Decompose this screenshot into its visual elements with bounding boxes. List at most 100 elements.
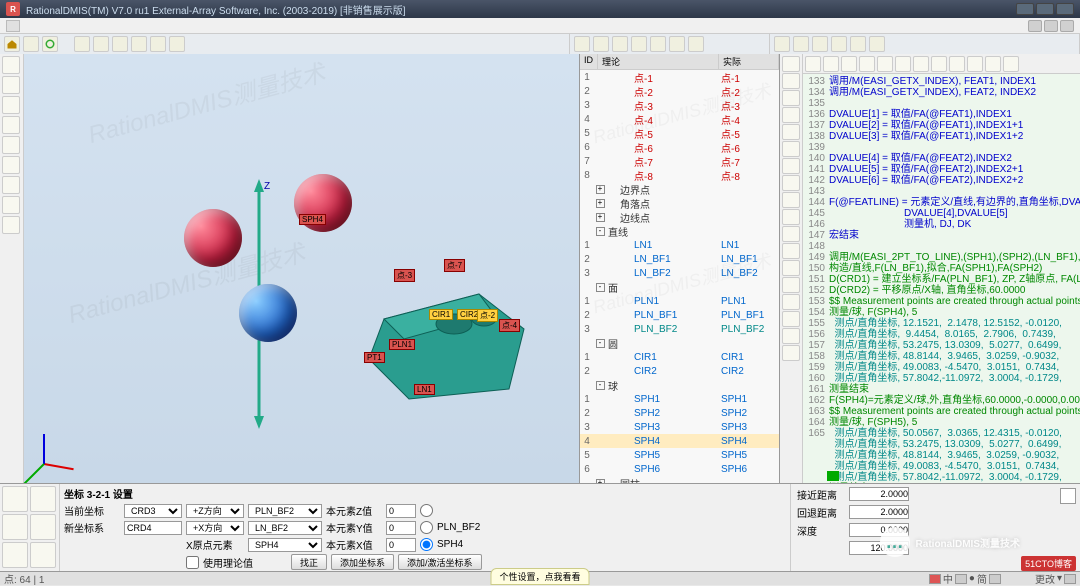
tree-row[interactable]: 3LN_BF2LN_BF2 [580, 266, 779, 280]
minimize-button[interactable] [1016, 3, 1034, 15]
tree-row[interactable]: 6点-6点-6 [580, 140, 779, 154]
cb-find-icon[interactable] [985, 56, 1001, 72]
origin-z-input[interactable] [386, 504, 416, 518]
use-theory-check[interactable] [186, 556, 199, 569]
tree-row[interactable]: - 圆 [580, 336, 779, 350]
hint-button[interactable]: 个性设置，点我看看 [490, 568, 589, 585]
tree-row[interactable]: 2PLN_BF1PLN_BF1 [580, 308, 779, 322]
ct10-icon[interactable] [782, 209, 800, 225]
code-line[interactable]: 155 测点/直角坐标, 12.1521, 2.1478, 12.5152, -… [805, 318, 1080, 329]
bt-rot-icon[interactable] [2, 514, 28, 540]
bt-crd-icon[interactable] [2, 486, 28, 512]
tree-row[interactable]: + 边界点 [580, 182, 779, 196]
bt-imp-icon[interactable] [30, 486, 56, 512]
ct3-icon[interactable] [782, 90, 800, 106]
ct8-icon[interactable] [782, 175, 800, 191]
tree-row[interactable]: - 直线 [580, 224, 779, 238]
approach-input[interactable] [849, 487, 909, 501]
tool4-icon[interactable] [131, 36, 147, 52]
lt-view5-icon[interactable] [2, 136, 20, 154]
code-line[interactable]: 测点/直角坐标, 57.8042,-11.0972, 3.0004, -0.17… [805, 472, 1080, 483]
ct12-icon[interactable] [782, 243, 800, 259]
code-line[interactable]: 156 测点/直角坐标, 9.4454, 8.0165, 2.7906, 0.7… [805, 329, 1080, 340]
ct6-icon[interactable] [782, 141, 800, 157]
new-crd-input[interactable] [124, 521, 182, 535]
tool1-icon[interactable] [74, 36, 90, 52]
tool5-icon[interactable] [150, 36, 166, 52]
cb-stop-icon[interactable] [859, 56, 875, 72]
ct15-icon[interactable] [782, 294, 800, 310]
code-line[interactable]: 149调用/M(EASI_2PT_TO_LINE),(SPH1),(SPH2),… [805, 252, 1080, 263]
code-line[interactable]: 133调用/M(EASI_GETX_INDEX), FEAT1, INDEX1 [805, 76, 1080, 87]
sphere-sph3[interactable] [239, 284, 297, 342]
code-line[interactable]: 140DVALUE[4] = 取值/FA(@FEAT2),INDEX2 [805, 153, 1080, 164]
tree-row[interactable]: 1SPH1SPH1 [580, 392, 779, 406]
code-line[interactable]: 147宏结束 [805, 230, 1080, 241]
radio-y[interactable] [420, 521, 433, 534]
radio-x[interactable] [420, 538, 433, 551]
lt-view3-icon[interactable] [2, 96, 20, 114]
ct17-icon[interactable] [782, 328, 800, 344]
tree-row[interactable]: 2LN_BF1LN_BF1 [580, 252, 779, 266]
code-line[interactable]: 测点/直角坐标, 49.0083, -4.5470, 3.0151, 0.743… [805, 461, 1080, 472]
code-line[interactable]: 测点/直角坐标, 48.8144, 3.9465, 3.0259, -0.903… [805, 450, 1080, 461]
code-line[interactable]: 163$$ Measurement points are created thr… [805, 406, 1080, 417]
maximize-button[interactable] [1036, 3, 1054, 15]
cb-paste-icon[interactable] [967, 56, 983, 72]
tree-body[interactable]: RationalDMIS测量技术 RationalDMIS测量技术 1点-1点-… [580, 70, 779, 483]
tree-row[interactable]: 1点-1点-1 [580, 70, 779, 84]
code-line[interactable]: 151D(CRD1) = 建立坐标系/FA(PLN_BF1), ZP, Z轴原点… [805, 274, 1080, 285]
tree-row[interactable]: 2点-2点-2 [580, 84, 779, 98]
val4-input[interactable] [849, 541, 909, 555]
apply-icon[interactable] [1060, 488, 1076, 504]
ct1-icon[interactable] [782, 56, 800, 72]
refresh-icon[interactable] [42, 36, 58, 52]
tree-tool1-icon[interactable] [574, 36, 590, 52]
ct11-icon[interactable] [782, 226, 800, 242]
code-line[interactable]: 148 [805, 241, 1080, 252]
tree-tool2-icon[interactable] [593, 36, 609, 52]
code-tool2-icon[interactable] [793, 36, 809, 52]
arrow-down-icon[interactable] [23, 36, 39, 52]
tree-row[interactable]: 4SPH4SPH4 [580, 434, 779, 448]
tree-row[interactable]: 8点-8点-8 [580, 168, 779, 182]
code-line[interactable]: 157 测点/直角坐标, 53.2475, 13.0309, 5.0277, 0… [805, 340, 1080, 351]
tree-tool7-icon[interactable] [688, 36, 704, 52]
code-line[interactable]: 162F(SPH4)=元素定义/球,外,直角坐标,60.0000,-0.0000… [805, 395, 1080, 406]
ct16-icon[interactable] [782, 311, 800, 327]
code-line[interactable]: 165 测点/直角坐标, 50.0567, 3.0365, 12.4315, -… [805, 428, 1080, 439]
code-line[interactable]: 145 DVALUE[4],DVALUE[5] [805, 208, 1080, 219]
code-line[interactable]: 152D(CRD2) = 平移原点/X轴, 直角坐标,60.0000 [805, 285, 1080, 296]
add-activate-crd-button[interactable]: 添加/激活坐标系 [398, 554, 482, 570]
tree-row[interactable]: - 球 [580, 378, 779, 392]
tree-tool6-icon[interactable] [669, 36, 685, 52]
code-tool5-icon[interactable] [850, 36, 866, 52]
layout2-icon[interactable] [1044, 20, 1058, 32]
lt-view6-icon[interactable] [2, 156, 20, 174]
z-dir-select[interactable]: +Z方向 [186, 504, 244, 518]
code-line[interactable]: 160 测点/直角坐标, 57.8042,-11.0972, 3.0004, -… [805, 373, 1080, 384]
tool3-icon[interactable] [112, 36, 128, 52]
retract-input[interactable] [849, 505, 909, 519]
align-button[interactable]: 找正 [291, 554, 327, 570]
code-line[interactable]: 135 [805, 98, 1080, 109]
menu-file-icon[interactable] [6, 20, 20, 32]
cb-copy-icon[interactable] [949, 56, 965, 72]
ct14-icon[interactable] [782, 277, 800, 293]
lt-view2-icon[interactable] [2, 76, 20, 94]
tree-row[interactable]: + 边线点 [580, 210, 779, 224]
code-line[interactable]: 159 测点/直角坐标, 49.0083, -4.5470, 3.0151, 0… [805, 362, 1080, 373]
cb-redo-icon[interactable] [913, 56, 929, 72]
radio-z[interactable] [420, 504, 433, 517]
cb-step-icon[interactable] [877, 56, 893, 72]
tree-tool4-icon[interactable] [631, 36, 647, 52]
tree-row[interactable]: 1LN1LN1 [580, 238, 779, 252]
code-line[interactable]: 142DVALUE[6] = 取值/FA(@FEAT2),INDEX2+2 [805, 175, 1080, 186]
ln-select[interactable]: LN_BF2 [248, 521, 322, 535]
code-tool3-icon[interactable] [812, 36, 828, 52]
lt-view8-icon[interactable] [2, 196, 20, 214]
code-line[interactable]: 139 [805, 142, 1080, 153]
code-line[interactable]: 154测量/球, F(SPH4), 5 [805, 307, 1080, 318]
tree-row[interactable]: 1CIR1CIR1 [580, 350, 779, 364]
tree-row[interactable]: 5SPH5SPH5 [580, 448, 779, 462]
